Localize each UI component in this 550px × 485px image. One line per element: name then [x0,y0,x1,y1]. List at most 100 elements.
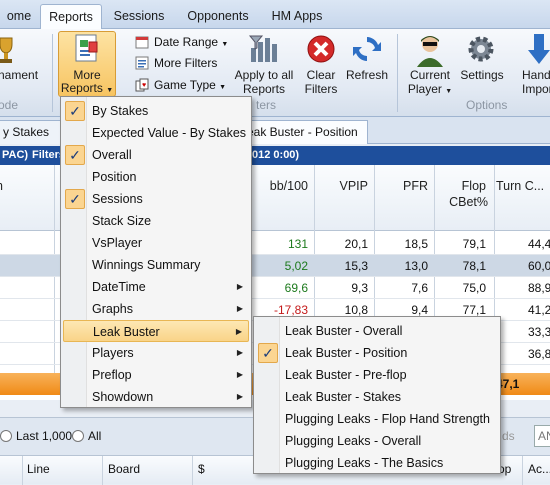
menu-item-leak-buster[interactable]: Leak Buster ▶ [63,320,249,342]
menu-item-label: Expected Value - By Stakes [92,126,247,140]
menu-item-label: Showdown [92,390,154,404]
menu-item-by-stakes[interactable]: ✓ By Stakes [63,100,249,122]
column-header-bb100[interactable]: bb/100 [252,179,308,193]
menu-item-preflop[interactable]: Preflop ▶ [63,364,249,386]
menu-item-label: Preflop [92,368,132,382]
report-icon [73,33,101,65]
ribbon-separator [397,34,398,112]
check-icon: ✓ [65,145,85,165]
column-divider [522,456,523,485]
tab-home[interactable]: ome [0,4,44,29]
column-header-action[interactable]: Ac... [528,462,550,476]
menu-item-plugging-leaks-overall[interactable]: Plugging Leaks - Overall [256,430,498,452]
column-header-pfr[interactable]: PFR [376,179,428,193]
menu-item-label: Players [92,346,134,360]
column-header-vpip[interactable]: VPIP [316,179,369,193]
menu-item-overall[interactable]: ✓ Overall [63,144,249,166]
radio-all[interactable] [72,430,84,442]
refresh-icon [352,34,382,64]
more-reports-menu: ✓ By Stakes Expected Value - By Stakes ✓ Ove… [60,96,252,408]
cell-turn: 44,4 [528,237,550,251]
submenu-arrow-icon: ▶ [236,304,243,313]
apply-to-all-reports-button[interactable]: Apply to all Reports [226,68,302,96]
column-header-dollar[interactable]: $ [198,462,205,476]
leak-buster-submenu: Leak Buster - Overall ✓ Leak Buster - Posi… [253,316,501,474]
submenu-arrow-icon: ▶ [236,282,243,291]
cell-pfr: 7,6 [411,281,428,295]
menu-item-label: Winnings Summary [92,258,201,272]
column-header-turn[interactable]: Turn C... [496,179,550,193]
submenu-arrow-icon: ▶ [235,327,242,336]
tab-hm-apps[interactable]: HM Apps [262,4,332,29]
tournament-label[interactable]: nament [0,68,42,82]
tab-by-stakes[interactable]: y Stakes [0,120,62,144]
column-header-board[interactable]: Board [108,462,140,476]
tab-opponents[interactable]: Opponents [178,4,258,29]
total-turn-cbet: 47,1 [496,377,520,391]
gear-icon [466,34,496,64]
menu-item-label: Graphs [92,302,133,316]
hand-importing-button[interactable]: HandImportin [516,68,550,96]
clear-filters-button[interactable]: Clear Filters [298,68,344,96]
filter-list-icon [135,56,149,70]
cell-cbet: 77,1 [462,303,486,317]
menu-item-label: Plugging Leaks - Overall [285,434,422,448]
cell-turn: 33,3 [528,325,550,339]
date-range-button[interactable]: Date Range ▼ [133,33,228,51]
menu-item-label: Leak Buster - Stakes [285,390,402,404]
menu-item-label: Sessions [92,192,143,206]
submenu-arrow-icon: ▶ [236,348,243,357]
menu-item-leak-buster-overall[interactable]: Leak Buster - Overall [256,320,498,342]
radio-last-1000-label: Last 1,000 [16,429,73,443]
menu-item-plugging-leaks-the-basics[interactable]: Plugging Leaks - The Basics [256,452,498,474]
search-input[interactable]: AN [534,425,550,447]
menu-item-showdown[interactable]: Showdown ▶ [63,386,249,408]
refresh-button[interactable]: Refresh [344,68,390,82]
menu-item-plugging-leaks-flop-hand-strength[interactable]: Plugging Leaks - Flop Hand Strength [256,408,498,430]
menu-item-position[interactable]: Position [63,166,249,188]
apply-filters-icon [248,34,280,66]
cell-bb: -17,83 [273,303,308,317]
menu-item-winnings-summary[interactable]: Winnings Summary [63,254,249,276]
submenu-arrow-icon: ▶ [236,392,243,401]
menu-item-sessions[interactable]: ✓ Sessions [63,188,249,210]
filter-bar-left: PAC) [2,149,29,161]
tab-leak-buster-position[interactable]: eak Buster - Position [240,120,368,144]
game-type-button[interactable]: ♥ Game Type ▼ [133,76,226,94]
check-icon: ✓ [65,189,85,209]
cell-turn: 36,8 [528,347,550,361]
menu-item-leak-buster-stakes[interactable]: Leak Buster - Stakes [256,386,498,408]
menu-item-players[interactable]: Players ▶ [63,342,249,364]
menu-item-label: Overall [92,148,132,162]
menu-item-label: Leak Buster - Overall [285,324,403,338]
menu-item-datetime[interactable]: DateTime ▶ [63,276,249,298]
cell-pfr: 13,0 [404,259,428,273]
column-header-name[interactable]: n [0,179,3,193]
trophy-icon [0,34,16,66]
column-header-cbet[interactable]: CBet% [436,195,488,209]
menu-item-vsplayer[interactable]: VsPlayer [63,232,249,254]
menu-item-stack-size[interactable]: Stack Size [63,210,249,232]
tab-reports[interactable]: Reports [40,4,102,30]
menu-item-label: Leak Buster - Position [285,346,408,360]
cell-vpip: 20,1 [344,237,368,251]
radio-last-1000[interactable] [0,430,12,442]
menu-item-leak-buster-pre-flop[interactable]: Leak Buster - Pre-flop [256,364,498,386]
clear-filters-icon [306,34,336,64]
menu-item-label: Position [92,170,137,184]
current-player-button[interactable]: Current Player ▼ [404,68,456,99]
settings-button[interactable]: Settings [456,68,508,82]
more-filters-button[interactable]: More Filters [133,54,217,72]
menu-item-leak-buster-position[interactable]: ✓ Leak Buster - Position [256,342,498,364]
menu-item-expected-value-by-stakes[interactable]: Expected Value - By Stakes [63,122,249,144]
column-header-line[interactable]: Line [27,462,50,476]
column-header-flop[interactable]: Flop [436,179,486,193]
cards-icon: ♥ [135,78,149,92]
tab-sessions[interactable]: Sessions [106,4,172,29]
cell-turn: 88,9 [528,281,550,295]
column-divider [102,456,103,485]
cell-turn: 41,2 [528,303,550,317]
options-group-label: Options [466,98,508,112]
menu-item-graphs[interactable]: Graphs ▶ [63,298,249,320]
column-divider [192,456,193,485]
